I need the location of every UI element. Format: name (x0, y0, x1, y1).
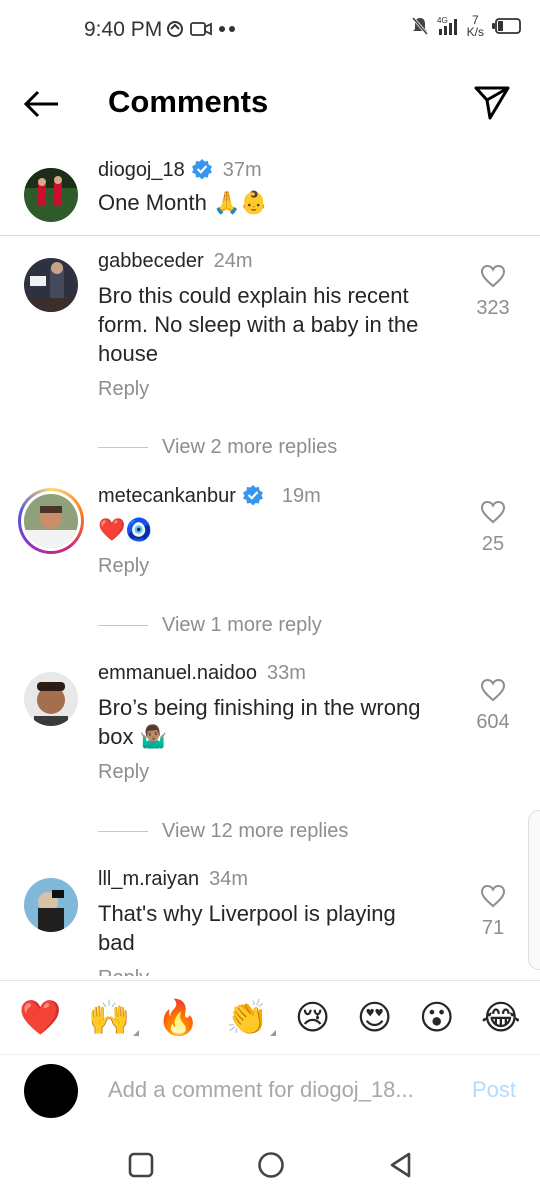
square-icon (128, 1152, 154, 1178)
view-replies-button[interactable]: View 12 more replies (98, 820, 348, 843)
signal-4g-icon: 4G (437, 16, 457, 35)
comment-time: 34m (209, 868, 249, 890)
caption-time: 37m (222, 159, 262, 181)
view-replies-label: View 1 more reply (162, 614, 322, 636)
avatar-image (24, 878, 78, 932)
view-replies-label: View 2 more replies (162, 436, 338, 458)
reply-button[interactable]: Reply (98, 761, 458, 784)
reply-button[interactable]: Reply (98, 967, 458, 976)
caption-text: One Month 🙏👶 (98, 190, 268, 215)
avatar[interactable] (24, 672, 78, 726)
avatar-image (24, 258, 78, 312)
avatar-story-ring[interactable] (18, 488, 84, 554)
back-arrow-icon (23, 90, 58, 118)
own-avatar (24, 1064, 78, 1118)
avatar-image (24, 494, 78, 548)
emoji-open-mouth[interactable]: 😮 (419, 998, 454, 1038)
back-nav-button[interactable] (386, 1150, 416, 1180)
share-button[interactable] (472, 82, 512, 122)
comment-username[interactable]: emmanuel.naidoo (98, 662, 257, 684)
recents-button[interactable] (126, 1150, 156, 1180)
heart-icon[interactable] (480, 884, 506, 908)
comment-username[interactable]: lll_m.raiyan (98, 868, 199, 890)
mute-icon (411, 17, 428, 35)
emoji-heart-eyes[interactable]: 😍 (357, 998, 392, 1038)
reply-button[interactable]: Reply (98, 378, 458, 401)
scroll-handle[interactable] (528, 810, 540, 970)
comment-text: Bro this could explain his recent form. … (98, 283, 419, 366)
comment-username[interactable]: metecankanbur (98, 485, 236, 507)
verified-badge-icon (191, 159, 212, 180)
like-count: 71 (481, 917, 505, 939)
status-time: 9:40 PM (84, 18, 163, 41)
emoji-clapping-hands[interactable]: 👏 (226, 998, 277, 1038)
back-button[interactable] (22, 84, 62, 124)
comment-time: 33m (267, 662, 306, 684)
like-count: 604 (476, 711, 510, 733)
emoji-tears-of-joy[interactable]: 😂 (481, 998, 521, 1038)
network-speed: 7 K/s (466, 13, 484, 39)
post-button[interactable]: Post (472, 1077, 516, 1103)
notification-app-icon (167, 21, 183, 37)
avatar[interactable] (24, 168, 78, 222)
caption-username[interactable]: diogoj_18 (98, 159, 185, 181)
system-nav-bar (0, 1130, 540, 1200)
comment-text: Bro’s being finishing in the wrong box 🤷… (98, 695, 421, 749)
avatar[interactable] (24, 878, 78, 932)
battery-icon (492, 18, 521, 34)
heart-icon[interactable] (480, 264, 506, 288)
paper-plane-icon (474, 86, 510, 120)
quick-reaction-bar: ❤️ 🙌 🔥 👏 😢 😍 😮 😂 (0, 980, 540, 1054)
emoji-red-heart[interactable]: ❤️ (19, 998, 61, 1038)
heart-icon[interactable] (480, 678, 506, 702)
page-title: Comments (108, 84, 269, 119)
home-button[interactable] (256, 1150, 286, 1180)
more-notifications-icon (219, 26, 235, 32)
comment-item: lll_m.raiyan 34m That's why Liverpool is … (0, 866, 540, 976)
comment-time: 19m (281, 485, 321, 507)
comment-time: 24m (213, 250, 253, 272)
status-bar: 9:40 PM 4G 7 K/s (0, 0, 540, 62)
view-replies-button[interactable]: View 1 more reply (98, 614, 322, 637)
emoji-raising-hands[interactable]: 🙌 (88, 998, 139, 1038)
view-replies-label: View 12 more replies (162, 820, 349, 842)
comment-text: ❤️🧿 (98, 518, 153, 543)
view-replies-button[interactable]: View 2 more replies (98, 436, 337, 459)
like-count: 323 (476, 297, 510, 319)
avatar-image (24, 672, 78, 726)
comment-composer: Post (0, 1054, 540, 1130)
verified-badge-icon (242, 485, 263, 506)
emoji-crying-face[interactable]: 😢 (295, 998, 330, 1038)
reply-button[interactable]: Reply (98, 555, 458, 578)
triangle-back-icon (390, 1152, 411, 1178)
heart-icon[interactable] (480, 500, 506, 524)
svg-text:4G: 4G (437, 16, 448, 25)
emoji-fire[interactable]: 🔥 (157, 998, 199, 1038)
comment-username[interactable]: gabbeceder (98, 250, 204, 272)
comment-text: That's why Liverpool is playing bad (98, 901, 396, 955)
video-call-icon (190, 22, 212, 36)
circle-icon (258, 1152, 284, 1178)
avatar[interactable] (24, 258, 78, 312)
avatar-image (24, 168, 78, 222)
post-caption: diogoj_18 37m One Month 🙏👶 (0, 150, 540, 236)
header: Comments (0, 62, 540, 144)
comment-input[interactable] (108, 1077, 438, 1103)
like-count: 25 (481, 533, 505, 555)
